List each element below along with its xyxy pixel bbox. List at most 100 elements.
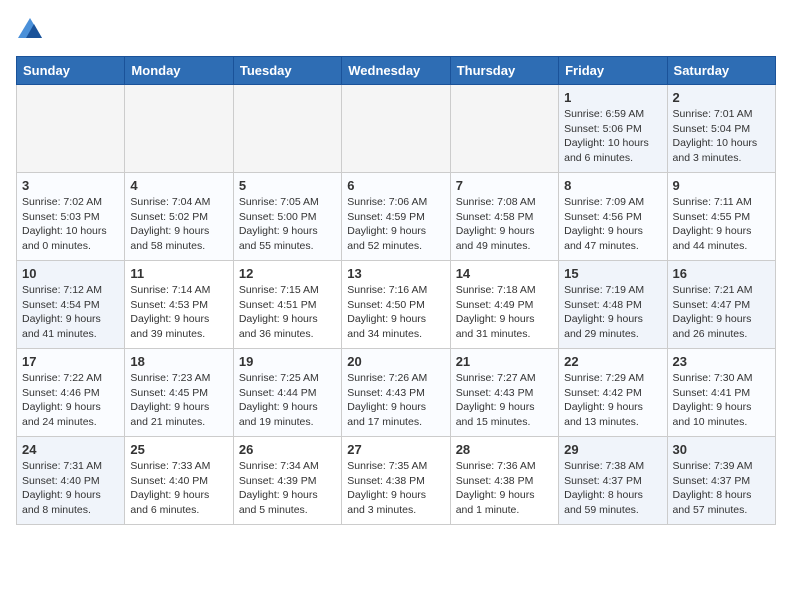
day-number: 29: [564, 442, 661, 457]
weekday-header: Saturday: [667, 57, 775, 85]
calendar-day: 18 Sunrise: 7:23 AM Sunset: 4:45 PM Dayli…: [125, 349, 233, 437]
calendar-body: 1 Sunrise: 6:59 AM Sunset: 5:06 PM Daylig…: [17, 85, 776, 525]
day-number: 16: [673, 266, 770, 281]
day-number: 13: [347, 266, 444, 281]
calendar-day: 29 Sunrise: 7:38 AM Sunset: 4:37 PM Dayli…: [559, 437, 667, 525]
day-info: Sunrise: 7:34 AM Sunset: 4:39 PM Dayligh…: [239, 459, 336, 518]
weekday-header: Tuesday: [233, 57, 341, 85]
day-number: 27: [347, 442, 444, 457]
calendar-day: 27 Sunrise: 7:35 AM Sunset: 4:38 PM Dayli…: [342, 437, 450, 525]
day-number: 1: [564, 90, 661, 105]
day-number: 17: [22, 354, 119, 369]
day-info: Sunrise: 7:06 AM Sunset: 4:59 PM Dayligh…: [347, 195, 444, 254]
calendar-day: 16 Sunrise: 7:21 AM Sunset: 4:47 PM Dayli…: [667, 261, 775, 349]
calendar-day: [342, 85, 450, 173]
day-number: 25: [130, 442, 227, 457]
day-info: Sunrise: 7:29 AM Sunset: 4:42 PM Dayligh…: [564, 371, 661, 430]
day-info: Sunrise: 7:04 AM Sunset: 5:02 PM Dayligh…: [130, 195, 227, 254]
calendar-day: 19 Sunrise: 7:25 AM Sunset: 4:44 PM Dayli…: [233, 349, 341, 437]
day-info: Sunrise: 7:16 AM Sunset: 4:50 PM Dayligh…: [347, 283, 444, 342]
calendar-day: 26 Sunrise: 7:34 AM Sunset: 4:39 PM Dayli…: [233, 437, 341, 525]
calendar-day: [450, 85, 558, 173]
calendar-day: 22 Sunrise: 7:29 AM Sunset: 4:42 PM Dayli…: [559, 349, 667, 437]
day-info: Sunrise: 7:22 AM Sunset: 4:46 PM Dayligh…: [22, 371, 119, 430]
day-info: Sunrise: 7:11 AM Sunset: 4:55 PM Dayligh…: [673, 195, 770, 254]
day-info: Sunrise: 7:08 AM Sunset: 4:58 PM Dayligh…: [456, 195, 553, 254]
calendar-table: SundayMondayTuesdayWednesdayThursdayFrid…: [16, 56, 776, 525]
day-info: Sunrise: 7:30 AM Sunset: 4:41 PM Dayligh…: [673, 371, 770, 430]
calendar-day: [233, 85, 341, 173]
calendar-day: 11 Sunrise: 7:14 AM Sunset: 4:53 PM Dayli…: [125, 261, 233, 349]
day-info: Sunrise: 7:01 AM Sunset: 5:04 PM Dayligh…: [673, 107, 770, 166]
calendar-week: 1 Sunrise: 6:59 AM Sunset: 5:06 PM Daylig…: [17, 85, 776, 173]
calendar-day: 5Sunrise: 7:05 AM Sunset: 5:00 PM Daylig…: [233, 173, 341, 261]
day-info: Sunrise: 7:26 AM Sunset: 4:43 PM Dayligh…: [347, 371, 444, 430]
calendar-week: 3 Sunrise: 7:02 AM Sunset: 5:03 PM Daylig…: [17, 173, 776, 261]
calendar-day: 30 Sunrise: 7:39 AM Sunset: 4:37 PM Dayli…: [667, 437, 775, 525]
day-info: Sunrise: 7:23 AM Sunset: 4:45 PM Dayligh…: [130, 371, 227, 430]
calendar-week: 10 Sunrise: 7:12 AM Sunset: 4:54 PM Dayli…: [17, 261, 776, 349]
logo-icon: [16, 16, 44, 44]
day-number: 20: [347, 354, 444, 369]
day-number: 10: [22, 266, 119, 281]
day-info: Sunrise: 7:39 AM Sunset: 4:37 PM Dayligh…: [673, 459, 770, 518]
day-number: 30: [673, 442, 770, 457]
day-info: Sunrise: 7:33 AM Sunset: 4:40 PM Dayligh…: [130, 459, 227, 518]
calendar-day: 9Sunrise: 7:11 AM Sunset: 4:55 PM Daylig…: [667, 173, 775, 261]
day-number: 12: [239, 266, 336, 281]
calendar-day: 20 Sunrise: 7:26 AM Sunset: 4:43 PM Dayli…: [342, 349, 450, 437]
day-number: 7: [456, 178, 553, 193]
calendar-day: [17, 85, 125, 173]
weekday-header: Sunday: [17, 57, 125, 85]
day-info: Sunrise: 6:59 AM Sunset: 5:06 PM Dayligh…: [564, 107, 661, 166]
calendar-week: 24 Sunrise: 7:31 AM Sunset: 4:40 PM Dayli…: [17, 437, 776, 525]
calendar-day: 4 Sunrise: 7:04 AM Sunset: 5:02 PM Daylig…: [125, 173, 233, 261]
header: [16, 16, 776, 44]
weekday-header: Thursday: [450, 57, 558, 85]
day-info: Sunrise: 7:09 AM Sunset: 4:56 PM Dayligh…: [564, 195, 661, 254]
calendar-day: 6 Sunrise: 7:06 AM Sunset: 4:59 PM Daylig…: [342, 173, 450, 261]
day-number: 23: [673, 354, 770, 369]
weekday-header: Monday: [125, 57, 233, 85]
day-info: Sunrise: 7:02 AM Sunset: 5:03 PM Dayligh…: [22, 195, 119, 254]
day-number: 5: [239, 178, 336, 193]
day-number: 18: [130, 354, 227, 369]
day-info: Sunrise: 7:12 AM Sunset: 4:54 PM Dayligh…: [22, 283, 119, 342]
day-info: Sunrise: 7:35 AM Sunset: 4:38 PM Dayligh…: [347, 459, 444, 518]
day-number: 4: [130, 178, 227, 193]
calendar-day: 13 Sunrise: 7:16 AM Sunset: 4:50 PM Dayli…: [342, 261, 450, 349]
calendar-day: 24 Sunrise: 7:31 AM Sunset: 4:40 PM Dayli…: [17, 437, 125, 525]
day-info: Sunrise: 7:31 AM Sunset: 4:40 PM Dayligh…: [22, 459, 119, 518]
calendar-day: [125, 85, 233, 173]
calendar-day: 3 Sunrise: 7:02 AM Sunset: 5:03 PM Daylig…: [17, 173, 125, 261]
calendar-week: 17 Sunrise: 7:22 AM Sunset: 4:46 PM Dayli…: [17, 349, 776, 437]
day-number: 26: [239, 442, 336, 457]
calendar-day: 23 Sunrise: 7:30 AM Sunset: 4:41 PM Dayli…: [667, 349, 775, 437]
day-number: 6: [347, 178, 444, 193]
calendar-day: 8 Sunrise: 7:09 AM Sunset: 4:56 PM Daylig…: [559, 173, 667, 261]
day-number: 3: [22, 178, 119, 193]
day-info: Sunrise: 7:36 AM Sunset: 4:38 PM Dayligh…: [456, 459, 553, 518]
day-number: 22: [564, 354, 661, 369]
calendar-day: 15 Sunrise: 7:19 AM Sunset: 4:48 PM Dayli…: [559, 261, 667, 349]
calendar-day: 14Sunrise: 7:18 AM Sunset: 4:49 PM Dayli…: [450, 261, 558, 349]
day-info: Sunrise: 7:27 AM Sunset: 4:43 PM Dayligh…: [456, 371, 553, 430]
day-info: Sunrise: 7:21 AM Sunset: 4:47 PM Dayligh…: [673, 283, 770, 342]
calendar-day: 12Sunrise: 7:15 AM Sunset: 4:51 PM Dayli…: [233, 261, 341, 349]
calendar-day: 10 Sunrise: 7:12 AM Sunset: 4:54 PM Dayli…: [17, 261, 125, 349]
calendar-day: 2Sunrise: 7:01 AM Sunset: 5:04 PM Daylig…: [667, 85, 775, 173]
calendar-header: SundayMondayTuesdayWednesdayThursdayFrid…: [17, 57, 776, 85]
day-info: Sunrise: 7:25 AM Sunset: 4:44 PM Dayligh…: [239, 371, 336, 430]
calendar-day: 28Sunrise: 7:36 AM Sunset: 4:38 PM Dayli…: [450, 437, 558, 525]
day-number: 14: [456, 266, 553, 281]
weekday-header: Friday: [559, 57, 667, 85]
day-number: 15: [564, 266, 661, 281]
day-info: Sunrise: 7:19 AM Sunset: 4:48 PM Dayligh…: [564, 283, 661, 342]
day-number: 19: [239, 354, 336, 369]
day-number: 24: [22, 442, 119, 457]
day-number: 11: [130, 266, 227, 281]
day-number: 8: [564, 178, 661, 193]
calendar-day: 21Sunrise: 7:27 AM Sunset: 4:43 PM Dayli…: [450, 349, 558, 437]
day-info: Sunrise: 7:14 AM Sunset: 4:53 PM Dayligh…: [130, 283, 227, 342]
day-info: Sunrise: 7:38 AM Sunset: 4:37 PM Dayligh…: [564, 459, 661, 518]
